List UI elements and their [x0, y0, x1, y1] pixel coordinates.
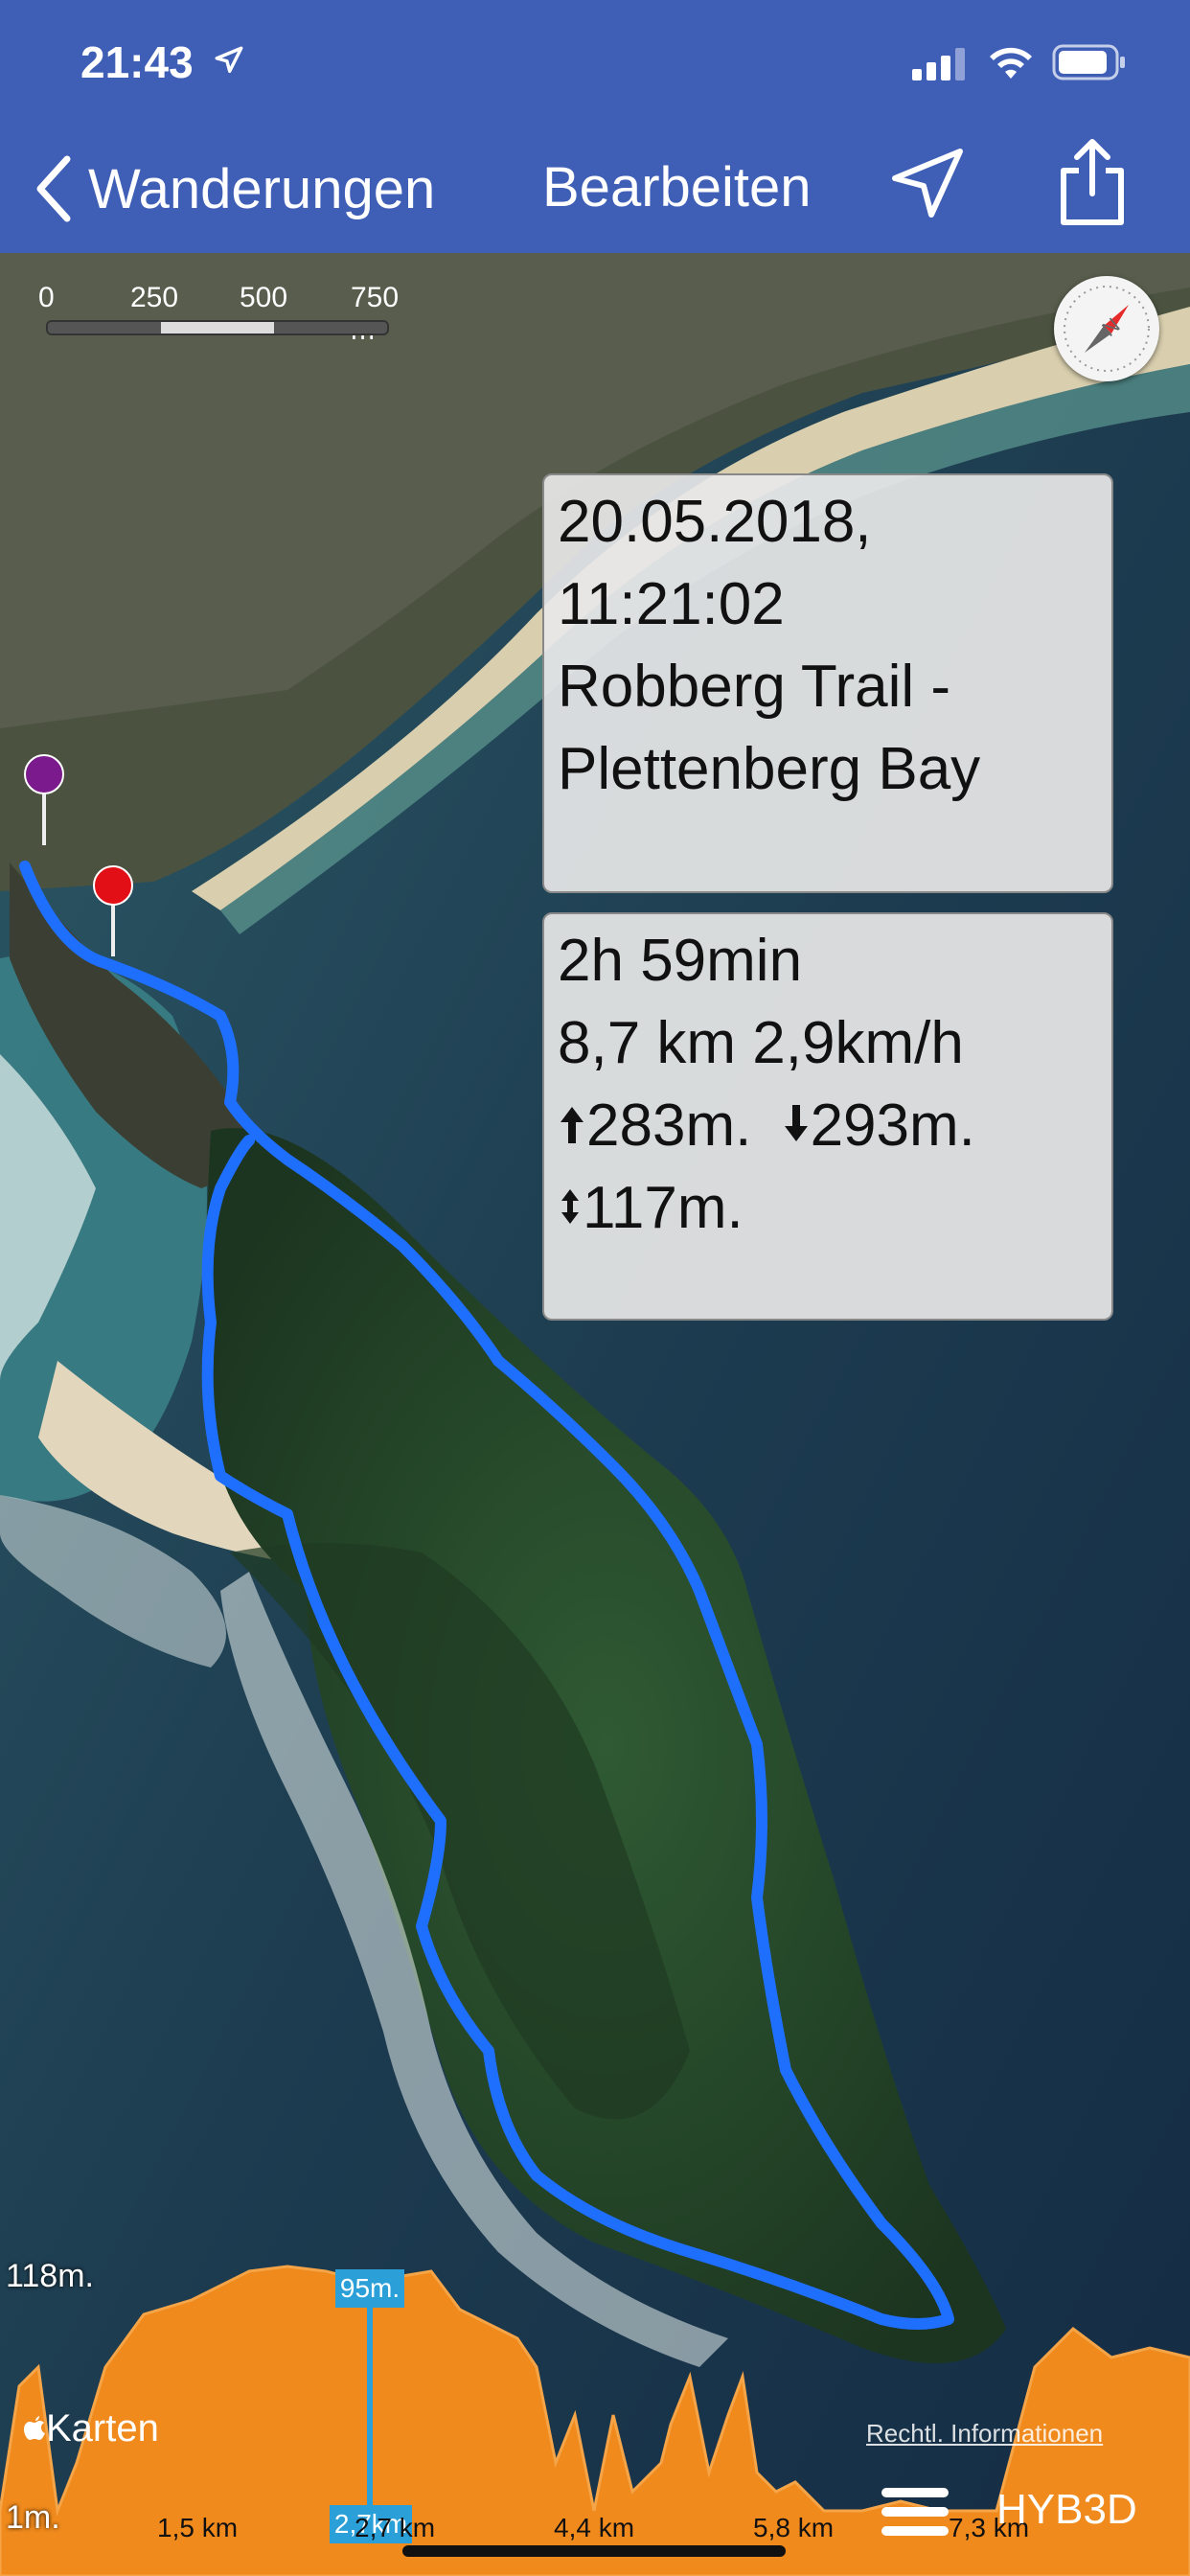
scale-label: 750 m: [351, 282, 400, 346]
location-arrow-icon: [215, 46, 243, 74]
elevation-min-label: 1m.: [6, 2499, 60, 2536]
battery-icon: [1052, 44, 1125, 80]
chevron-left-icon: [36, 155, 71, 222]
end-pin-icon[interactable]: [90, 864, 136, 960]
share-icon[interactable]: [1052, 136, 1133, 228]
navigation-arrow-icon[interactable]: [887, 144, 968, 224]
compass-button[interactable]: N: [1054, 276, 1159, 381]
distance-tick: 5,8 km: [753, 2513, 835, 2542]
start-pin-icon[interactable]: [21, 753, 67, 849]
wifi-icon: [990, 47, 1032, 79]
elevation-cursor-line[interactable]: [367, 2306, 373, 2507]
track-distance-speed: 8,7 km 2,9km/h: [558, 1010, 964, 1076]
apple-logo-icon: [24, 2416, 45, 2440]
track-ascent-descent: 283m. 293m.: [558, 1085, 1111, 1167]
scale-label: 250: [130, 282, 179, 313]
elevation-cursor-value: 95m.: [335, 2269, 404, 2308]
cellular-signal-icon: [912, 48, 965, 80]
distance-tick: 1,5 km: [157, 2513, 239, 2542]
scale-label: 500: [240, 282, 288, 313]
map-type-button[interactable]: HYB3D: [996, 2486, 1137, 2534]
back-button-label: Wanderungen: [88, 157, 436, 220]
arrow-down-icon: [784, 1105, 808, 1141]
edit-button[interactable]: Bearbeiten: [542, 155, 812, 219]
scale-label: 0: [38, 282, 55, 313]
back-button[interactable]: Wanderungen: [34, 155, 435, 222]
track-name: Robberg Trail -: [558, 654, 951, 720]
descent-value: 293m.: [810, 1092, 975, 1159]
map-scale: 0 250 500 750 m: [38, 282, 399, 346]
maps-attribution-label: Karten: [46, 2407, 159, 2450]
track-duration: 2h 59min: [558, 928, 803, 994]
map-layers-icon[interactable]: [880, 2486, 950, 2540]
arrow-up-icon: [561, 1107, 584, 1143]
elevation-max-label: 118m.: [6, 2258, 94, 2294]
legal-link[interactable]: Rechtl. Informationen: [866, 2419, 1103, 2449]
track-elevation-range: 117m.: [558, 1167, 1111, 1250]
arrow-updown-icon: [561, 1189, 579, 1224]
ascent-value: 283m.: [586, 1092, 752, 1159]
scale-bar: [46, 320, 389, 335]
distance-tick: 2,7 km: [355, 2513, 436, 2542]
maps-attribution: Karten: [23, 2407, 159, 2450]
track-info-box: 20.05.2018, 11:21:02 Robberg Trail - Ple…: [542, 473, 1113, 893]
track-stats-box: 2h 59min 8,7 km 2,9km/h 283m. 293m. 117m…: [542, 912, 1113, 1321]
elevation-range-value: 117m.: [583, 1175, 744, 1241]
track-name: Plettenberg Bay: [558, 736, 981, 802]
status-time: 21:43: [80, 37, 194, 87]
distance-tick: 4,4 km: [554, 2513, 635, 2542]
compass-icon: N: [1064, 286, 1150, 372]
home-indicator: [402, 2545, 786, 2557]
track-time: 11:21:02: [558, 571, 785, 637]
navigation-bar: Wanderungen Bearbeiten: [0, 123, 1190, 253]
status-bar: 21:43: [0, 0, 1190, 123]
track-date: 20.05.2018,: [558, 489, 872, 555]
